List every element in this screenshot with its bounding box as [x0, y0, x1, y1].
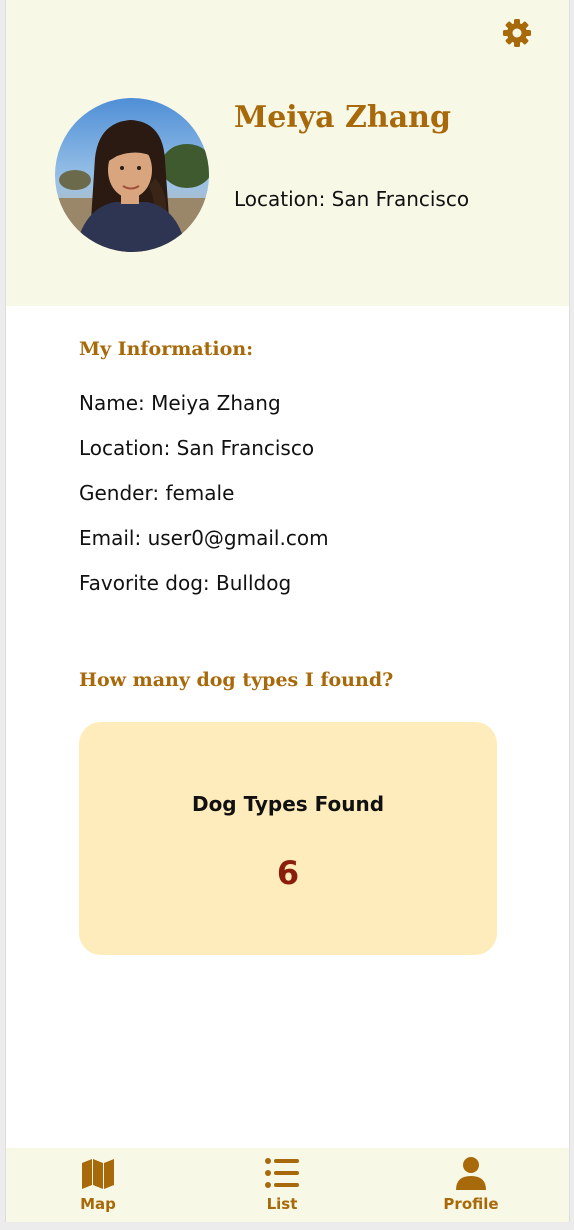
- my-information-title: My Information:: [79, 338, 254, 360]
- user-icon: [456, 1157, 486, 1190]
- bottom-nav: Map List Profile: [6, 1148, 569, 1222]
- info-email: Email: user0@gmail.com: [79, 526, 329, 550]
- nav-item-list[interactable]: List: [222, 1148, 342, 1222]
- profile-location: Location: San Francisco: [234, 187, 470, 211]
- info-favorite-dog: Favorite dog: Bulldog: [79, 571, 292, 595]
- map-icon: [82, 1159, 114, 1189]
- info-gender: Gender: female: [79, 481, 235, 505]
- profile-name: Meiya Zhang: [234, 100, 451, 135]
- info-name: Name: Meiya Zhang: [79, 391, 281, 415]
- dog-types-card-title: Dog Types Found: [191, 792, 385, 816]
- info-location: Location: San Francisco: [79, 436, 315, 460]
- dog-types-card: Dog Types Found 6: [79, 722, 497, 955]
- dog-types-count: 6: [276, 854, 300, 892]
- profile-header: Meiya Zhang Location: San Francisco: [6, 0, 569, 306]
- nav-item-map[interactable]: Map: [38, 1148, 158, 1222]
- nav-item-profile[interactable]: Profile: [411, 1148, 531, 1222]
- app-frame: Meiya Zhang Location: San Francisco My I…: [5, 0, 570, 1222]
- list-icon: [265, 1158, 299, 1188]
- nav-label-map: Map: [80, 1195, 116, 1213]
- nav-label-list: List: [266, 1195, 298, 1213]
- gear-icon[interactable]: [501, 17, 533, 49]
- dog-types-title: How many dog types I found?: [79, 669, 394, 691]
- nav-label-profile: Profile: [443, 1195, 499, 1213]
- avatar: [55, 98, 209, 252]
